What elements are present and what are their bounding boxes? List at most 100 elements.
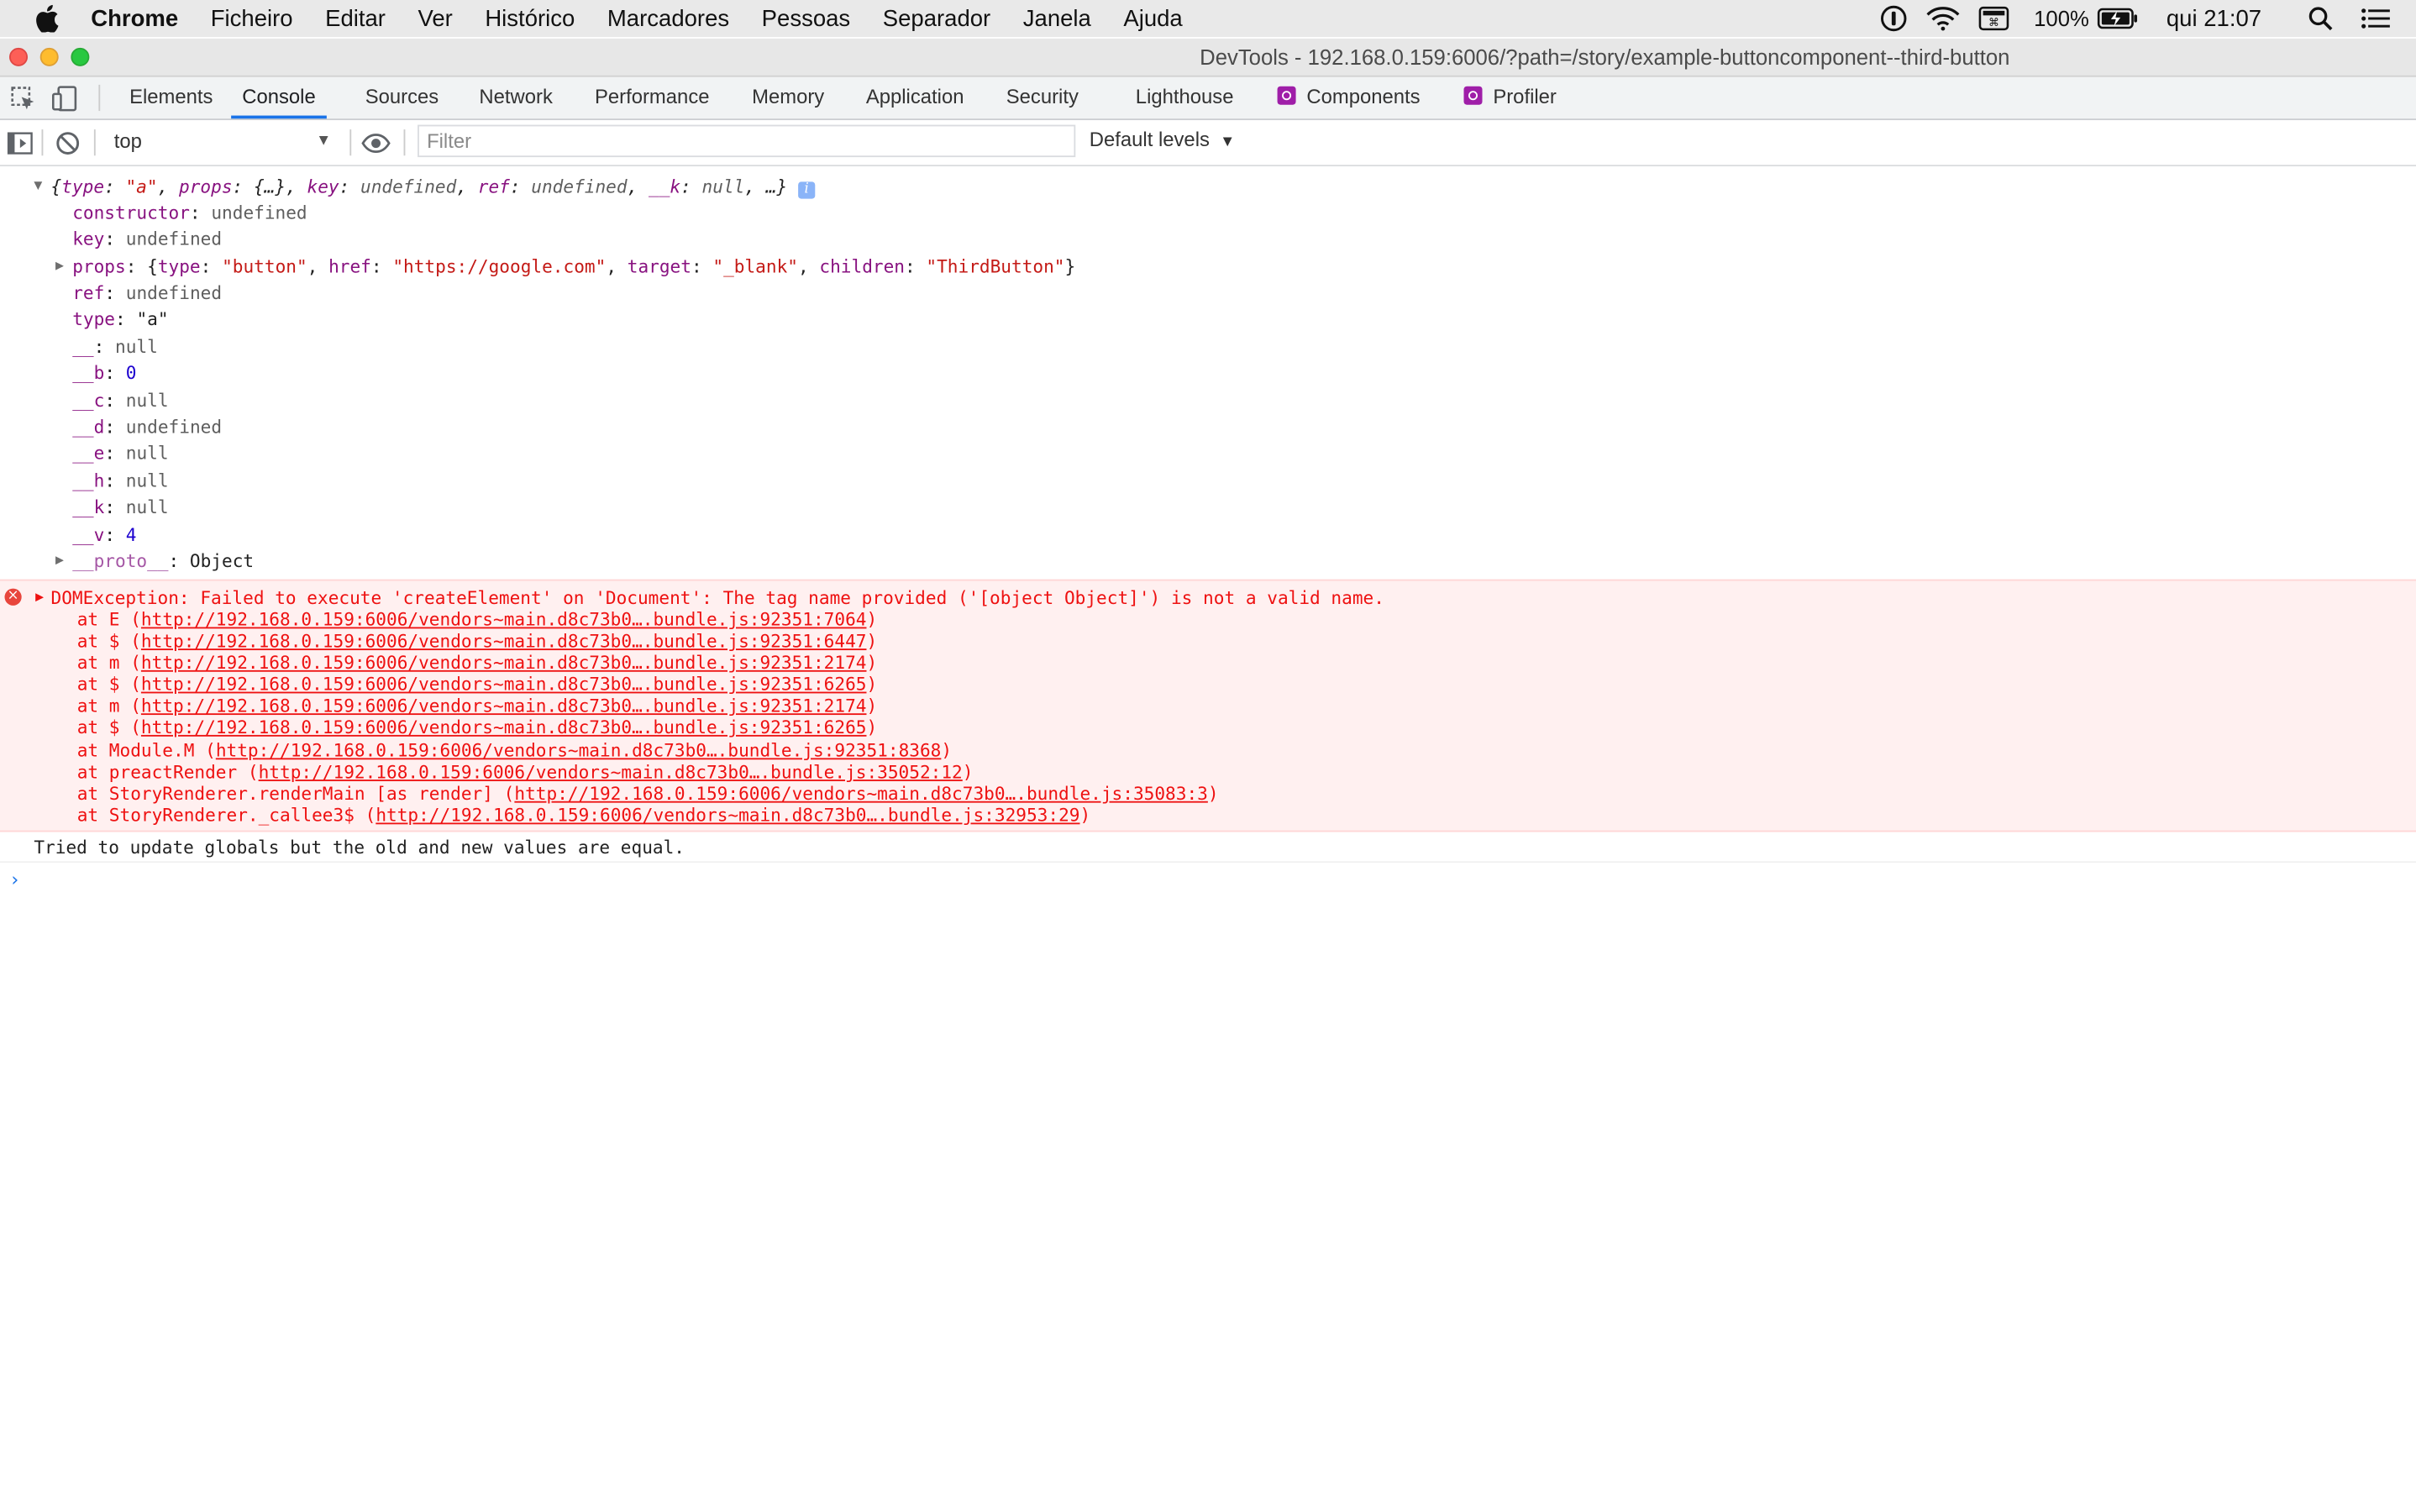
clock[interactable]: qui 21:07 — [2167, 0, 2261, 37]
live-expression-eye-icon[interactable] — [360, 129, 391, 157]
property-row: __: null — [72, 335, 158, 358]
tab-sources[interactable]: Sources — [365, 77, 439, 119]
expand-triangle-icon[interactable]: ▶ — [55, 259, 64, 274]
stack-frame-link[interactable]: http://192.168.0.159:6006/vendors~main.d… — [141, 630, 867, 652]
keyboard-command-icon[interactable]: ⌘ — [1978, 0, 2009, 37]
context-value: top — [113, 129, 142, 153]
tab-performance[interactable]: Performance — [595, 77, 710, 119]
property-row: type: "a" — [72, 307, 169, 330]
onepassword-icon[interactable] — [1880, 0, 1908, 37]
battery-percentage: 100% — [2034, 6, 2089, 31]
error-message: DOMException: Failed to execute 'createE… — [50, 586, 1384, 609]
menu-historico[interactable]: Histórico — [485, 5, 575, 31]
property-row: __v: 4 — [72, 523, 137, 546]
collapse-triangle-icon[interactable]: ▼ — [34, 179, 42, 194]
tab-console[interactable]: Console — [231, 77, 327, 119]
menu-janela[interactable]: Janela — [1023, 5, 1091, 31]
toolbar-divider — [41, 129, 44, 156]
tab-elements[interactable]: Elements — [129, 77, 213, 119]
stack-frame-link[interactable]: http://192.168.0.159:6006/vendors~main.d… — [141, 717, 867, 738]
inspect-element-icon[interactable] — [9, 85, 37, 113]
wifi-icon[interactable] — [1926, 0, 1960, 37]
stack-frame: at StoryRenderer.renderMain [as render] … — [76, 782, 1219, 805]
apple-logo-icon[interactable] — [34, 4, 60, 33]
property-row: __e: null — [72, 442, 169, 465]
stack-frame-link[interactable]: http://192.168.0.159:6006/vendors~main.d… — [141, 652, 867, 674]
menu-chrome[interactable]: Chrome — [91, 5, 178, 31]
stack-frame-link[interactable]: http://192.168.0.159:6006/vendors~main.d… — [216, 739, 942, 761]
info-icon[interactable]: i — [798, 181, 816, 199]
menu-ficheiro[interactable]: Ficheiro — [211, 5, 293, 31]
stack-frame-link[interactable]: http://192.168.0.159:6006/vendors~main.d… — [514, 783, 1207, 805]
object-summary[interactable]: {type: "a", props: {…}, key: undefined, … — [51, 174, 816, 199]
javascript-context-select[interactable]: top ▼ — [103, 126, 338, 157]
window-title: DevTools - 192.168.0.159:6006/?path=/sto… — [1200, 45, 2010, 70]
log-levels-label: Default levels — [1089, 128, 1210, 151]
tab-security[interactable]: Security — [1006, 77, 1079, 119]
property-row-props[interactable]: props: {type: "button", href: "https://g… — [72, 255, 1075, 279]
property-row: __c: null — [72, 390, 169, 412]
property-row: __k: null — [72, 496, 169, 518]
stack-frame: at $ (http://192.168.0.159:6006/vendors~… — [76, 673, 878, 696]
menu-editar[interactable]: Editar — [325, 5, 386, 31]
log-levels-dropdown[interactable]: Default levels ▼ — [1090, 128, 1235, 151]
stack-frame-link[interactable]: http://192.168.0.159:6006/vendors~main.d… — [376, 804, 1079, 826]
tab-components[interactable]: Components — [1277, 77, 1421, 119]
expand-triangle-icon[interactable]: ▶ — [35, 590, 44, 605]
menu-ajuda[interactable]: Ajuda — [1123, 5, 1182, 31]
stack-frame: at $ (http://192.168.0.159:6006/vendors~… — [76, 716, 878, 738]
property-row: constructor: undefined — [72, 202, 307, 223]
log-message: Tried to update globals but the old and … — [34, 836, 685, 858]
spotlight-search-icon[interactable] — [2308, 0, 2333, 37]
device-toolbar-icon[interactable] — [51, 85, 79, 113]
stack-frame-link[interactable]: http://192.168.0.159:6006/vendors~main.d… — [141, 674, 867, 696]
notification-center-icon[interactable] — [2361, 0, 2392, 37]
property-row: __h: null — [72, 470, 169, 492]
menu-separador[interactable]: Separador — [883, 5, 991, 31]
tab-components-label: Components — [1306, 84, 1421, 108]
property-row-proto[interactable]: __proto__: Object — [72, 549, 254, 573]
stack-frame: at preactRender (http://192.168.0.159:60… — [76, 761, 974, 783]
log-message-row: Tried to update globals but the old and … — [0, 832, 2416, 864]
tab-lighthouse[interactable]: Lighthouse — [1136, 77, 1234, 119]
stack-frame-link[interactable]: http://192.168.0.159:6006/vendors~main.d… — [141, 695, 867, 717]
menu-pessoas[interactable]: Pessoas — [762, 5, 851, 31]
stack-frame: at E (http://192.168.0.159:6006/vendors~… — [76, 608, 878, 631]
stack-frame: at m (http://192.168.0.159:6006/vendors~… — [76, 651, 878, 674]
macos-menubar: Chrome Ficheiro Editar Ver Histórico Mar… — [0, 0, 2416, 38]
window-titlebar: DevTools - 192.168.0.159:6006/?path=/sto… — [0, 38, 2416, 77]
expand-triangle-icon[interactable]: ▶ — [55, 553, 64, 568]
menu-ver[interactable]: Ver — [418, 5, 452, 31]
battery-charging-icon[interactable] — [2097, 0, 2139, 37]
status-area: ⌘ 100% qui 21:07 — [1862, 0, 2416, 37]
react-devtools-icon — [1463, 86, 1483, 105]
tab-application[interactable]: Application — [866, 77, 964, 119]
menu-marcadores[interactable]: Marcadores — [607, 5, 729, 31]
error-icon: × — [4, 588, 22, 606]
show-console-sidebar-icon[interactable] — [6, 129, 34, 157]
property-row: ref: undefined — [72, 281, 223, 304]
toolbar-divider — [349, 129, 352, 156]
console-filter-input[interactable] — [418, 124, 1076, 158]
svg-text:⌘: ⌘ — [1988, 17, 1999, 29]
app-menu: Chrome Ficheiro Editar Ver Histórico Mar… — [91, 0, 1215, 37]
toolbar-divider — [98, 84, 101, 112]
tab-profiler-label: Profiler — [1493, 84, 1557, 108]
toolbar-divider — [93, 129, 96, 156]
toolbar-divider — [403, 129, 406, 156]
stack-frame-link[interactable]: http://192.168.0.159:6006/vendors~main.d… — [259, 761, 963, 783]
tab-network[interactable]: Network — [479, 77, 552, 119]
devtools-tabbar: Elements Console Sources Network Perform… — [0, 76, 2416, 121]
console-prompt-icon[interactable]: › — [9, 869, 20, 890]
tab-profiler[interactable]: Profiler — [1463, 77, 1557, 119]
dropdown-arrow-icon: ▼ — [316, 132, 332, 150]
stack-frame-link[interactable]: http://192.168.0.159:6006/vendors~main.d… — [141, 609, 867, 631]
clear-console-icon[interactable] — [54, 129, 81, 157]
stack-frame: at $ (http://192.168.0.159:6006/vendors~… — [76, 630, 878, 652]
tab-memory[interactable]: Memory — [752, 77, 824, 119]
dropdown-arrow-icon: ▼ — [1220, 134, 1236, 151]
property-row: __d: undefined — [72, 416, 223, 438]
error-message-block: × ▶ DOMException: Failed to execute 'cre… — [0, 579, 2416, 832]
stack-frame: at Module.M (http://192.168.0.159:6006/v… — [76, 739, 953, 762]
react-devtools-icon — [1277, 86, 1296, 105]
